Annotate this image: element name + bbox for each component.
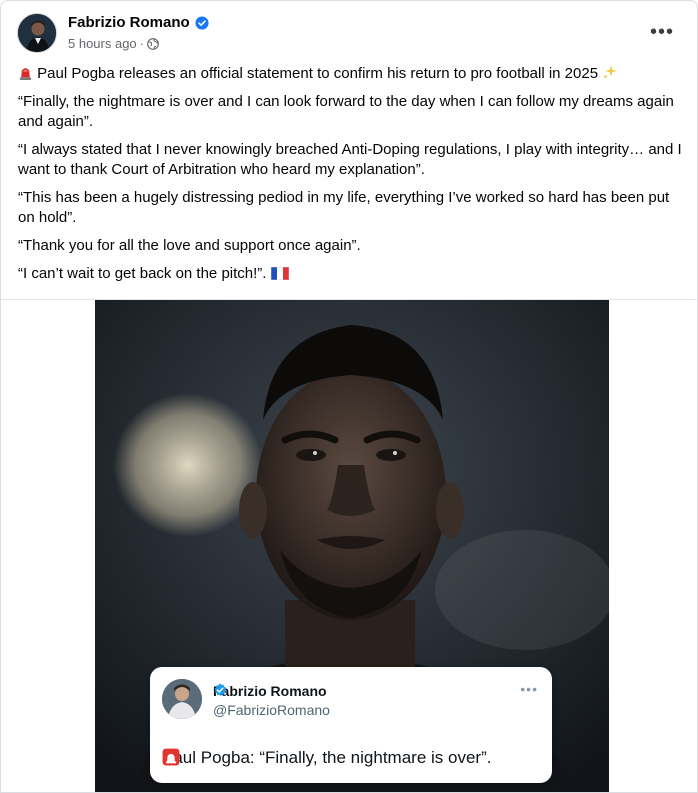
post-card: Fabrizio Romano 5 hours ago · ••• Paul P… bbox=[0, 0, 698, 793]
post-paragraph: “I always stated that I never knowingly … bbox=[18, 141, 682, 178]
post-paragraph: “This has been a hugely distressing pedi… bbox=[18, 189, 670, 226]
more-options-icon[interactable]: ••• bbox=[647, 17, 677, 47]
sparkles-emoji bbox=[603, 65, 618, 80]
verified-badge-icon bbox=[195, 15, 209, 30]
post-paragraph: “Thank you for all the love and support … bbox=[18, 237, 361, 254]
post-paragraph: “I can’t wait to get back on the pitch!”… bbox=[18, 264, 682, 284]
author-avatar[interactable] bbox=[17, 13, 57, 53]
tweet-author-row: Fabrizio Romano bbox=[213, 683, 327, 699]
siren-emoji bbox=[19, 68, 32, 80]
post-timestamp[interactable]: 5 hours ago bbox=[68, 36, 137, 51]
author-name[interactable]: Fabrizio Romano bbox=[68, 14, 190, 31]
tweet-text: Paul Pogba: “Finally, the nightmare is o… bbox=[162, 748, 492, 767]
post-paragraph-text: Paul Pogba releases an official statemen… bbox=[33, 65, 603, 82]
post-image[interactable]: Fabrizio Romano @FabrizioRomano ••• Paul… bbox=[95, 300, 609, 792]
author-name-row: Fabrizio Romano bbox=[68, 14, 209, 31]
post-meta: 5 hours ago · bbox=[68, 36, 159, 51]
tweet-avatar[interactable] bbox=[162, 679, 202, 719]
post-header: Fabrizio Romano 5 hours ago · ••• bbox=[17, 13, 677, 55]
post-paragraph: Paul Pogba releases an official statemen… bbox=[18, 64, 682, 84]
embedded-tweet-card[interactable]: Fabrizio Romano @FabrizioRomano ••• Paul… bbox=[150, 667, 552, 783]
post-paragraph-text: “I can’t wait to get back on the pitch!”… bbox=[18, 265, 271, 282]
siren-emoji bbox=[162, 748, 180, 766]
verified-badge-icon bbox=[214, 683, 227, 696]
tweet-author-name[interactable]: Fabrizio Romano bbox=[213, 683, 327, 699]
tweet-handle[interactable]: @FabrizioRomano bbox=[213, 702, 330, 718]
france-flag-emoji bbox=[270, 267, 289, 280]
globe-icon[interactable] bbox=[147, 37, 159, 50]
meta-separator: · bbox=[139, 36, 145, 51]
post-text: Paul Pogba releases an official statemen… bbox=[18, 64, 682, 292]
post-paragraph: “Finally, the nightmare is over and I ca… bbox=[18, 93, 674, 130]
tweet-more-icon[interactable]: ••• bbox=[520, 681, 538, 697]
tweet-text-row: Paul Pogba: “Finally, the nightmare is o… bbox=[162, 748, 491, 768]
